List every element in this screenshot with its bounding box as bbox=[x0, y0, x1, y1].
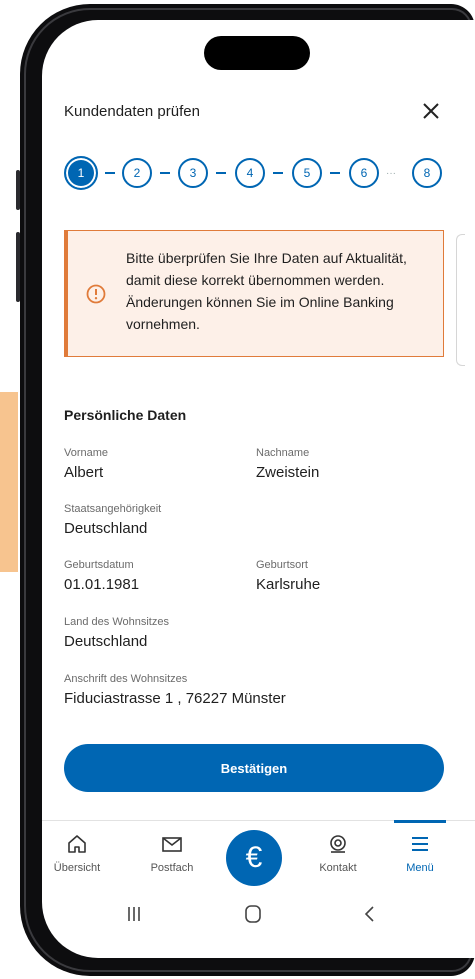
alert-message: Bitte überprüfen Sie Ihre Daten auf Aktu… bbox=[126, 250, 407, 332]
country-label: Land des Wohnsitzes bbox=[64, 616, 169, 628]
step-2: 2 bbox=[122, 158, 152, 188]
phone-side-button bbox=[16, 232, 20, 302]
step-4: 4 bbox=[235, 158, 265, 188]
step-8: 8 bbox=[412, 158, 442, 188]
nav-overview[interactable]: Übersicht bbox=[42, 832, 112, 882]
step-indicator: 1 2 3 4 5 6 ··· 8 bbox=[64, 156, 454, 198]
nationality-value: Deutschland bbox=[64, 520, 148, 537]
nav-overview-label: Übersicht bbox=[53, 862, 101, 874]
step-connector bbox=[216, 172, 226, 174]
hamburger-icon bbox=[412, 837, 428, 851]
euro-button[interactable]: € bbox=[226, 830, 282, 886]
page-title: Kundendaten prüfen bbox=[64, 103, 200, 120]
nav-inbox-label: Postfach bbox=[150, 862, 194, 874]
step-3: 3 bbox=[178, 158, 208, 188]
step-ellipsis: ··· bbox=[386, 168, 396, 179]
camera-notch bbox=[204, 36, 310, 70]
section-title: Persönliche Daten bbox=[64, 407, 187, 423]
phone-side-button bbox=[16, 170, 20, 210]
nav-menu-label: Menü bbox=[406, 862, 434, 874]
last-name-label: Nachname bbox=[256, 447, 310, 459]
address-value: Fiduciastrasse 1 , 76227 Münster bbox=[64, 690, 286, 707]
birth-date-label: Geburtsdatum bbox=[64, 559, 134, 571]
birth-place-label: Geburtsort bbox=[256, 559, 308, 571]
home-button-icon[interactable] bbox=[244, 904, 262, 929]
birth-date-value: 01.01.1981 bbox=[64, 576, 140, 593]
birth-place-value: Karlsruhe bbox=[256, 576, 321, 593]
recent-apps-icon[interactable] bbox=[126, 904, 142, 929]
background-accent bbox=[0, 392, 18, 572]
step-6: 6 bbox=[349, 158, 379, 188]
country-value: Deutschland bbox=[64, 633, 148, 650]
first-name-value: Albert bbox=[64, 464, 104, 481]
system-navigation bbox=[42, 890, 475, 940]
step-5: 5 bbox=[292, 158, 322, 188]
step-connector bbox=[330, 172, 340, 174]
step-connector bbox=[160, 172, 170, 174]
nationality-label: Staatsangehörigkeit bbox=[64, 503, 162, 515]
step-1: 1 bbox=[64, 156, 98, 190]
back-icon[interactable] bbox=[362, 904, 376, 929]
info-alert: Bitte überprüfen Sie Ihre Daten auf Aktu… bbox=[64, 230, 444, 357]
nav-menu[interactable]: Menü bbox=[385, 832, 455, 882]
step-connector bbox=[105, 172, 115, 174]
first-name-label: Vorname bbox=[64, 447, 109, 459]
confirm-button[interactable]: Bestätigen bbox=[64, 744, 444, 792]
app-screen: Kundendaten prüfen 1 2 3 4 5 6 ··· 8 Bit… bbox=[42, 20, 475, 958]
last-name-value: Zweistein bbox=[256, 464, 320, 481]
home-icon bbox=[68, 835, 86, 853]
warning-icon bbox=[86, 284, 106, 304]
headset-icon bbox=[330, 835, 346, 853]
scroll-indicator bbox=[456, 234, 465, 366]
close-icon[interactable] bbox=[418, 98, 444, 124]
address-label: Anschrift des Wohnsitzes bbox=[64, 673, 188, 685]
nav-inbox[interactable]: Postfach bbox=[137, 832, 207, 882]
step-connector bbox=[273, 172, 283, 174]
mail-icon bbox=[162, 837, 182, 852]
active-tab-indicator bbox=[394, 820, 446, 823]
nav-contact-label: Kontakt bbox=[319, 862, 357, 874]
nav-contact[interactable]: Kontakt bbox=[303, 832, 373, 882]
